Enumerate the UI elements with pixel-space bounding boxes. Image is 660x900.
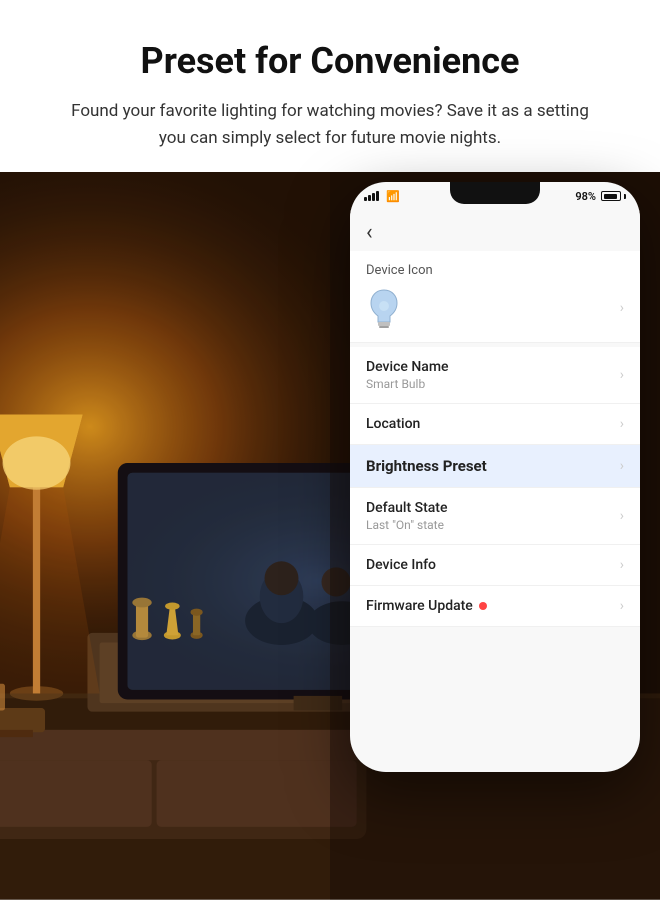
device-icon-section: Device Icon › xyxy=(350,251,640,343)
menu-item-device-name[interactable]: Device Name Smart Bulb › xyxy=(350,347,640,404)
battery-tip xyxy=(624,194,626,199)
bottom-section: 📶 98% xyxy=(0,172,660,900)
menu-item-firmware-update[interactable]: Firmware Update › xyxy=(350,586,640,627)
page-wrapper: Preset for Convenience Found your favori… xyxy=(0,0,660,900)
default-state-title: Default State xyxy=(366,500,447,516)
page-subtitle: Found your favorite lighting for watchin… xyxy=(70,98,590,152)
phone-outer: 📶 98% xyxy=(350,182,640,772)
phone-screen: ‹ Device Icon xyxy=(350,210,640,772)
status-right: 98% xyxy=(575,190,626,203)
firmware-row: Firmware Update xyxy=(366,598,487,614)
menu-list: Device Name Smart Bulb › Location › xyxy=(350,347,640,627)
device-icon-row: › xyxy=(366,286,624,330)
firmware-update-dot xyxy=(479,602,487,610)
device-icon-label: Device Icon xyxy=(366,263,433,278)
back-button[interactable]: ‹ xyxy=(366,220,373,245)
brightness-preset-chevron: › xyxy=(620,458,624,474)
device-name-chevron: › xyxy=(620,367,624,383)
battery-indicator xyxy=(601,191,626,201)
device-info-title: Device Info xyxy=(366,557,436,573)
menu-item-location[interactable]: Location › xyxy=(350,404,640,445)
device-name-subtitle: Smart Bulb xyxy=(366,377,449,391)
menu-item-firmware-left: Firmware Update xyxy=(366,598,487,614)
signal-bar-2 xyxy=(368,195,371,201)
device-icon-chevron: › xyxy=(620,300,624,316)
default-state-chevron: › xyxy=(620,508,624,524)
menu-item-device-info[interactable]: Device Info › xyxy=(350,545,640,586)
brightness-preset-title: Brightness Preset xyxy=(366,457,487,475)
menu-item-device-name-left: Device Name Smart Bulb xyxy=(366,359,449,391)
menu-item-device-info-left: Device Info xyxy=(366,557,436,573)
menu-item-default-state-left: Default State Last "On" state xyxy=(366,500,447,532)
phone-mockup: 📶 98% xyxy=(350,182,640,772)
signal-bar-1 xyxy=(364,197,367,201)
header-section: Preset for Convenience Found your favori… xyxy=(0,0,660,172)
signal-bars xyxy=(364,191,379,201)
battery-fill xyxy=(604,194,618,199)
device-name-title: Device Name xyxy=(366,359,449,375)
menu-item-location-left: Location xyxy=(366,416,420,432)
device-info-chevron: › xyxy=(620,557,624,573)
signal-bar-4 xyxy=(376,191,379,201)
page-title: Preset for Convenience xyxy=(40,40,620,82)
menu-item-brightness-left: Brightness Preset xyxy=(366,457,487,475)
location-title: Location xyxy=(366,416,420,432)
battery-percent: 98% xyxy=(575,190,596,203)
wifi-icon: 📶 xyxy=(386,190,400,203)
battery-body xyxy=(601,191,621,201)
firmware-update-title: Firmware Update xyxy=(366,598,473,614)
phone-notch xyxy=(450,182,540,204)
menu-item-default-state[interactable]: Default State Last "On" state › xyxy=(350,488,640,545)
default-state-subtitle: Last "On" state xyxy=(366,518,447,532)
nav-bar: ‹ xyxy=(350,210,640,251)
status-left: 📶 xyxy=(364,190,400,203)
location-chevron: › xyxy=(620,416,624,432)
menu-item-brightness-preset[interactable]: Brightness Preset › xyxy=(350,445,640,488)
firmware-update-chevron: › xyxy=(620,598,624,614)
signal-bar-3 xyxy=(372,193,375,201)
bulb-icon xyxy=(366,286,402,330)
